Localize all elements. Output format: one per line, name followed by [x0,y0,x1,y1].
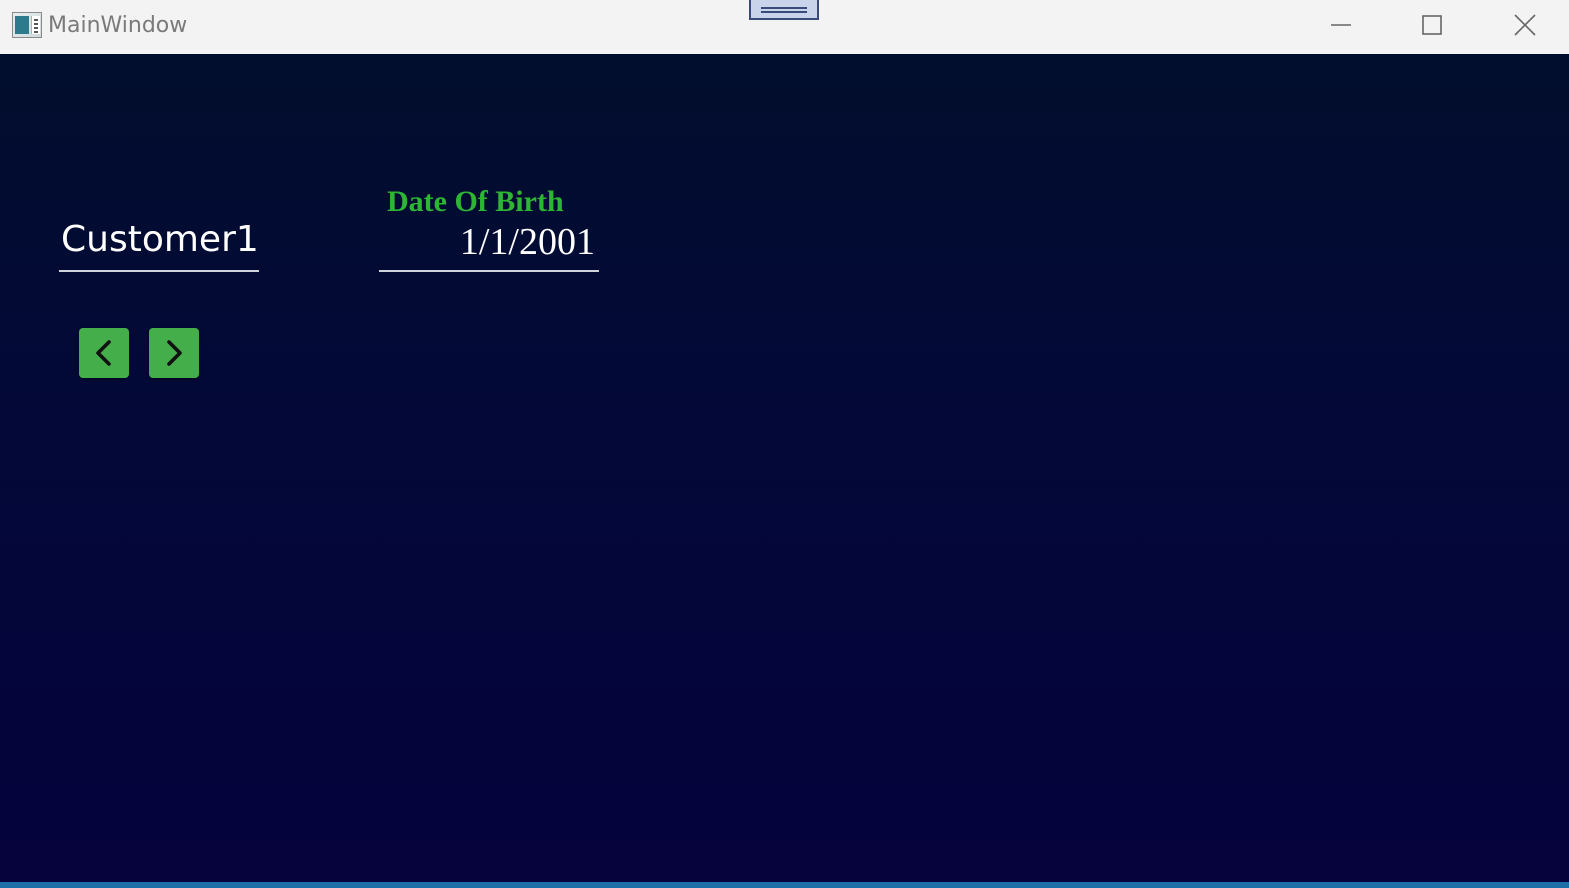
close-icon [1514,14,1536,36]
customer-name-field[interactable]: Customer1 [59,214,259,272]
close-button[interactable] [1480,0,1569,50]
app-window-icon [12,12,42,38]
title-bar[interactable]: MainWindow [0,0,1569,54]
content-area: Customer1 Date Of Birth 1/1/2001 [0,54,1569,888]
minimize-icon [1331,24,1351,26]
maximize-button[interactable] [1387,0,1477,50]
drag-handle[interactable] [749,0,819,20]
chevron-left-icon [96,340,111,366]
window-title: MainWindow [48,13,188,38]
date-of-birth-field[interactable]: 1/1/2001 [379,214,599,272]
taskbar-edge [0,882,1569,888]
minimize-button[interactable] [1296,0,1386,50]
maximize-icon [1422,15,1442,35]
next-button[interactable] [149,328,199,378]
previous-button[interactable] [79,328,129,378]
main-window: MainWindow Customer1 Date Of Birth 1/1/2… [0,0,1569,888]
chevron-right-icon [167,340,182,366]
